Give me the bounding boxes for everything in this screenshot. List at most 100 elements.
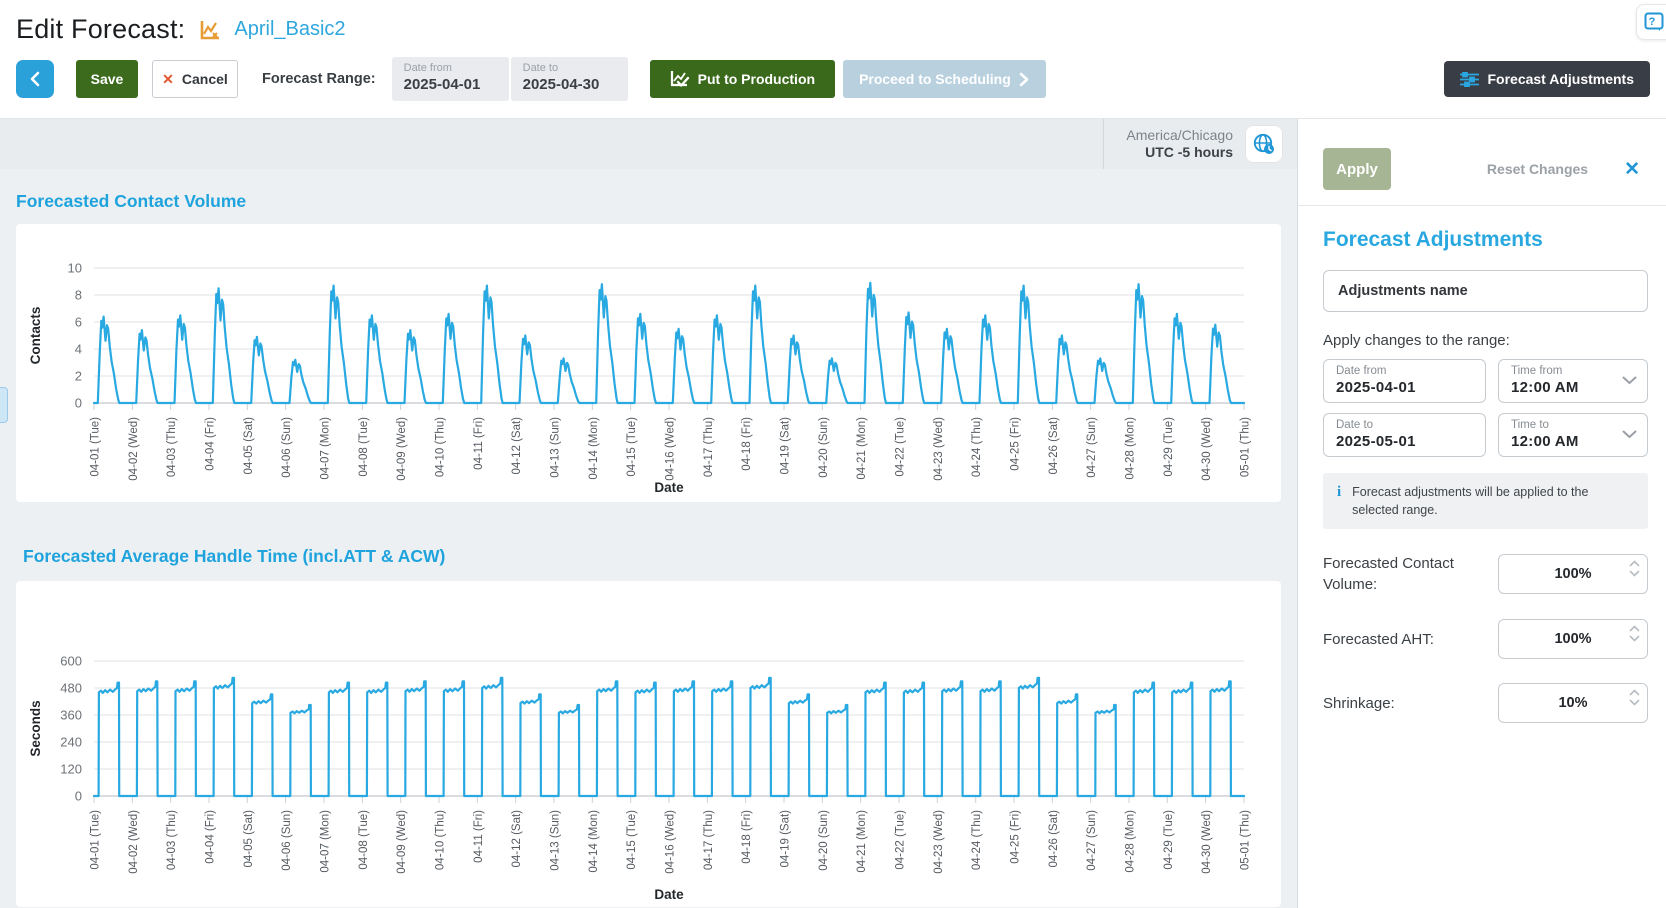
svg-text:04-01 (Tue): 04-01 (Tue) [90, 810, 102, 870]
forecast-chart-icon [199, 19, 222, 41]
svg-text:04-23 (Wed): 04-23 (Wed) [933, 810, 945, 874]
spinner-down-icon[interactable] [1629, 635, 1640, 642]
spinner-up-icon[interactable] [1629, 625, 1640, 632]
svg-text:04-29 (Tue): 04-29 (Tue) [1163, 810, 1175, 870]
svg-text:6: 6 [75, 315, 82, 330]
volume-spinner[interactable]: 100% [1498, 554, 1648, 594]
adjustments-name-input[interactable] [1323, 270, 1648, 312]
spinner-down-icon[interactable] [1629, 699, 1640, 706]
svg-text:0: 0 [75, 396, 82, 411]
svg-text:04-01 (Tue): 04-01 (Tue) [90, 417, 102, 477]
timezone-globe-button[interactable] [1245, 125, 1283, 163]
cancel-label: Cancel [182, 71, 228, 87]
svg-text:04-20 (Sun): 04-20 (Sun) [818, 417, 830, 478]
svg-text:04-21 (Mon): 04-21 (Mon) [856, 810, 868, 873]
forecast-adjustments-label: Forecast Adjustments [1487, 71, 1634, 87]
svg-text:04-20 (Sun): 04-20 (Sun) [818, 810, 830, 871]
shrinkage-spinner[interactable]: 10% [1498, 683, 1648, 723]
svg-text:04-22 (Tue): 04-22 (Tue) [895, 810, 907, 870]
panel-date-from[interactable]: Date from 2025-04-01 [1323, 359, 1486, 403]
svg-text:04-28 (Mon): 04-28 (Mon) [1125, 417, 1137, 480]
svg-text:04-19 (Sat): 04-19 (Sat) [780, 417, 792, 475]
title-row: Edit Forecast: April_Basic2 [0, 0, 1666, 45]
svg-text:Date: Date [654, 887, 684, 902]
svg-text:04-14 (Mon): 04-14 (Mon) [588, 810, 600, 873]
svg-text:04-27 (Sun): 04-27 (Sun) [1086, 417, 1098, 478]
timezone-region: America/Chicago [1126, 127, 1233, 145]
svg-text:04-18 (Fri): 04-18 (Fri) [741, 810, 753, 864]
chart1-card: 0246810Contacts04-01 (Tue)04-02 (Wed)04-… [16, 224, 1281, 502]
save-button[interactable]: Save [76, 60, 138, 98]
help-icon: ? [1644, 12, 1664, 32]
svg-text:04-14 (Mon): 04-14 (Mon) [588, 417, 600, 480]
aht-spinner[interactable]: 100% [1498, 619, 1648, 659]
reset-changes-link[interactable]: Reset Changes [1487, 161, 1588, 177]
panel-time-to[interactable]: Time to 12:00 AM [1498, 413, 1648, 457]
panel-close-icon[interactable]: ✕ [1624, 158, 1640, 181]
svg-text:05-01 (Thu): 05-01 (Thu) [1240, 810, 1252, 870]
panel-time-from-value: 12:00 AM [1511, 379, 1635, 396]
cancel-button[interactable]: ✕ Cancel [152, 60, 238, 98]
svg-text:04-24 (Thu): 04-24 (Thu) [971, 810, 983, 870]
chart1-title: Forecasted Contact Volume [16, 191, 1297, 212]
back-button[interactable] [16, 60, 54, 98]
spinner-down-icon[interactable] [1629, 570, 1640, 577]
svg-text:04-15 (Tue): 04-15 (Tue) [626, 810, 638, 870]
apply-button[interactable]: Apply [1323, 148, 1391, 190]
range-date-from-value: 2025-04-01 [404, 76, 497, 93]
svg-text:Contacts: Contacts [28, 307, 43, 365]
svg-text:04-16 (Wed): 04-16 (Wed) [665, 417, 677, 481]
chart2-title: Forecasted Average Handle Time (incl.ATT… [23, 546, 1297, 567]
svg-text:04-27 (Sun): 04-27 (Sun) [1086, 810, 1098, 871]
adjustment-row-shrinkage: Shrinkage: 10% [1323, 683, 1648, 723]
put-to-production-button[interactable]: Put to Production [650, 60, 835, 98]
svg-text:04-18 (Fri): 04-18 (Fri) [741, 417, 753, 471]
adjustment-row-aht: Forecasted AHT: 100% [1323, 619, 1648, 659]
svg-text:04-02 (Wed): 04-02 (Wed) [128, 810, 140, 874]
info-text: Forecast adjustments will be applied to … [1352, 483, 1610, 519]
svg-text:04-25 (Fri): 04-25 (Fri) [1010, 810, 1022, 864]
svg-text:04-09 (Wed): 04-09 (Wed) [396, 810, 408, 874]
aht-chart: 0120240360480600Seconds04-01 (Tue)04-02 … [16, 581, 1281, 907]
forecast-adjustments-button[interactable]: Forecast Adjustments [1444, 61, 1650, 97]
svg-text:04-10 (Thu): 04-10 (Thu) [435, 417, 447, 477]
range-grid: Date from 2025-04-01 Time from 12:00 AM … [1323, 359, 1648, 457]
svg-text:04-30 (Wed): 04-30 (Wed) [1201, 810, 1213, 874]
svg-text:Seconds: Seconds [28, 700, 43, 756]
svg-text:04-19 (Sat): 04-19 (Sat) [780, 810, 792, 868]
spinner-up-icon[interactable] [1629, 560, 1640, 567]
aht-value: 100% [1554, 631, 1591, 647]
range-date-from[interactable]: Date from 2025-04-01 [392, 57, 509, 101]
svg-text:04-23 (Wed): 04-23 (Wed) [933, 417, 945, 481]
svg-text:04-26 (Sat): 04-26 (Sat) [1048, 810, 1060, 868]
timezone-text: America/Chicago UTC -5 hours [1126, 127, 1233, 162]
svg-text:04-26 (Sat): 04-26 (Sat) [1048, 417, 1060, 475]
aht-label: Forecasted AHT: [1323, 629, 1498, 650]
range-date-to[interactable]: Date to 2025-04-30 [511, 57, 628, 101]
svg-text:Date: Date [654, 480, 684, 495]
adjustment-row-volume: Forecasted Contact Volume: 100% [1323, 553, 1648, 595]
svg-text:04-04 (Fri): 04-04 (Fri) [205, 417, 217, 471]
proceed-to-scheduling-button[interactable]: Proceed to Scheduling [843, 60, 1046, 98]
panel-action-row: Apply Reset Changes ✕ [1298, 119, 1666, 206]
range-date-to-value: 2025-04-30 [523, 76, 616, 93]
panel-time-from[interactable]: Time from 12:00 AM [1498, 359, 1648, 403]
panel-date-to[interactable]: Date to 2025-05-01 [1323, 413, 1486, 457]
spinner-up-icon[interactable] [1629, 689, 1640, 696]
panel-time-to-label: Time to [1511, 419, 1635, 431]
panel-time-from-label: Time from [1511, 365, 1635, 377]
panel-body: Forecast Adjustments Apply changes to th… [1298, 206, 1666, 723]
globe-icon [1252, 132, 1276, 156]
svg-text:04-11 (Fri): 04-11 (Fri) [473, 417, 485, 470]
svg-text:04-08 (Tue): 04-08 (Tue) [358, 417, 370, 477]
toolbar: Save ✕ Cancel Forecast Range: Date from … [0, 57, 1666, 101]
forecast-name-link[interactable]: April_Basic2 [234, 18, 345, 41]
left-drawer-handle[interactable] [0, 387, 8, 423]
svg-text:04-04 (Fri): 04-04 (Fri) [205, 810, 217, 864]
proceed-to-scheduling-label: Proceed to Scheduling [859, 71, 1011, 87]
svg-text:04-08 (Tue): 04-08 (Tue) [358, 810, 370, 870]
svg-text:04-07 (Mon): 04-07 (Mon) [320, 810, 332, 873]
svg-text:10: 10 [68, 261, 82, 276]
timezone-strip: America/Chicago UTC -5 hours [0, 119, 1297, 169]
help-button[interactable]: ? [1636, 4, 1666, 40]
